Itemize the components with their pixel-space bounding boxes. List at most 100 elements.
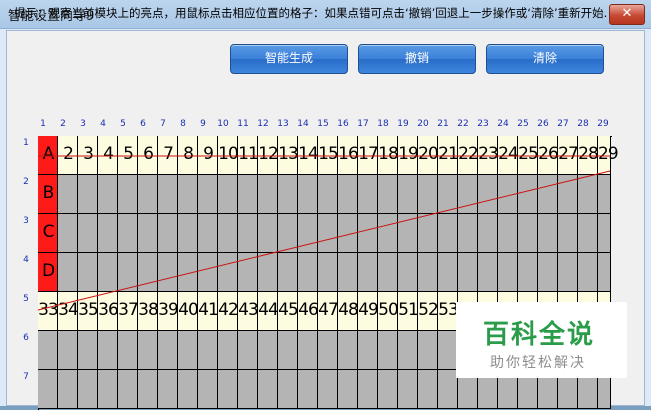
grid-cell[interactable] <box>398 175 418 214</box>
grid-cell[interactable] <box>458 214 478 253</box>
grid-cell[interactable] <box>158 253 178 292</box>
grid-cell[interactable] <box>198 214 218 253</box>
grid-cell[interactable]: 4 <box>98 136 118 175</box>
grid-cell[interactable] <box>338 175 358 214</box>
grid-cell[interactable] <box>498 214 518 253</box>
grid-cell[interactable] <box>378 331 398 370</box>
grid-cell[interactable]: 35 <box>78 292 99 331</box>
grid-cell[interactable] <box>398 214 418 253</box>
grid-cell[interactable] <box>358 214 378 253</box>
grid-cell[interactable]: 13 <box>278 136 299 175</box>
grid-cell[interactable] <box>318 370 338 409</box>
clear-button[interactable]: 清除 <box>486 44 604 74</box>
grid-cell[interactable] <box>518 214 538 253</box>
grid-cell[interactable] <box>198 370 218 409</box>
grid-cell[interactable] <box>178 331 198 370</box>
grid-cell[interactable]: D <box>38 253 58 292</box>
grid-cell[interactable] <box>98 175 118 214</box>
grid-cell[interactable] <box>118 331 138 370</box>
grid-cell[interactable]: 53 <box>438 292 459 331</box>
grid-cell[interactable] <box>278 253 298 292</box>
grid-cell[interactable] <box>558 175 578 214</box>
grid-cell[interactable]: 17 <box>358 136 379 175</box>
grid-cell[interactable] <box>218 175 238 214</box>
grid-cell[interactable]: C <box>38 214 58 253</box>
grid-cell[interactable] <box>258 214 278 253</box>
grid-cell[interactable] <box>398 331 418 370</box>
grid-cell[interactable] <box>118 370 138 409</box>
grid-cell[interactable]: 26 <box>538 136 559 175</box>
grid-cell[interactable]: 5 <box>118 136 138 175</box>
grid-cell[interactable]: 37 <box>118 292 139 331</box>
grid-cell[interactable]: 42 <box>218 292 239 331</box>
grid-cell[interactable] <box>218 331 238 370</box>
grid-cell[interactable] <box>298 370 318 409</box>
grid-cell[interactable] <box>438 370 458 409</box>
grid-cell[interactable] <box>78 253 98 292</box>
grid-cell[interactable] <box>58 331 78 370</box>
grid-cell[interactable] <box>358 175 378 214</box>
grid-cell[interactable] <box>358 253 378 292</box>
grid-cell[interactable] <box>158 214 178 253</box>
grid-cell[interactable] <box>218 253 238 292</box>
grid-cell[interactable]: 23 <box>478 136 499 175</box>
grid-cell[interactable] <box>178 214 198 253</box>
grid-cell[interactable]: 33 <box>38 292 59 331</box>
grid-cell[interactable] <box>398 253 418 292</box>
grid-cell[interactable] <box>218 370 238 409</box>
grid-cell[interactable] <box>558 253 578 292</box>
grid-cell[interactable] <box>518 253 538 292</box>
grid-cell[interactable]: 41 <box>198 292 219 331</box>
grid-cell[interactable] <box>458 175 478 214</box>
grid-cell[interactable]: 6 <box>138 136 158 175</box>
grid-cell[interactable] <box>78 175 98 214</box>
grid-cell[interactable] <box>438 175 458 214</box>
grid-cell[interactable] <box>38 370 58 409</box>
grid-cell[interactable]: 16 <box>338 136 359 175</box>
grid-cell[interactable] <box>258 370 278 409</box>
grid-cell[interactable] <box>438 253 458 292</box>
grid-cell[interactable] <box>418 370 438 409</box>
grid-cell[interactable] <box>418 331 438 370</box>
generate-button[interactable]: 智能生成 <box>230 44 348 74</box>
grid-cell[interactable] <box>178 370 198 409</box>
grid-cell[interactable]: 19 <box>398 136 419 175</box>
grid-cell[interactable] <box>478 214 498 253</box>
grid-cell[interactable] <box>378 253 398 292</box>
grid-cell[interactable]: 46 <box>298 292 319 331</box>
grid-cell[interactable] <box>558 214 578 253</box>
grid-cell[interactable] <box>578 175 598 214</box>
grid-cell[interactable] <box>498 175 518 214</box>
grid-cell[interactable] <box>258 331 278 370</box>
grid-cell[interactable] <box>238 214 258 253</box>
grid-cell[interactable]: 24 <box>498 136 519 175</box>
grid-cell[interactable] <box>198 331 218 370</box>
grid-cell[interactable] <box>198 253 218 292</box>
grid-cell[interactable] <box>598 175 611 214</box>
grid-cell[interactable] <box>378 370 398 409</box>
grid-cell[interactable]: 50 <box>378 292 399 331</box>
grid-cell[interactable]: 14 <box>298 136 319 175</box>
grid-cell[interactable] <box>58 370 78 409</box>
grid-cell[interactable] <box>198 175 218 214</box>
grid-cell[interactable]: 36 <box>98 292 119 331</box>
grid-cell[interactable] <box>318 253 338 292</box>
grid-cell[interactable]: 51 <box>398 292 419 331</box>
grid-cell[interactable] <box>258 253 278 292</box>
grid-cell[interactable]: 25 <box>518 136 539 175</box>
grid-cell[interactable] <box>598 214 611 253</box>
grid-cell[interactable] <box>118 253 138 292</box>
grid-cell[interactable] <box>478 253 498 292</box>
grid-cell[interactable]: 3 <box>78 136 98 175</box>
grid-cell[interactable] <box>338 214 358 253</box>
grid-cell[interactable]: 20 <box>418 136 439 175</box>
grid-cell[interactable] <box>298 331 318 370</box>
grid-cell[interactable]: 11 <box>238 136 259 175</box>
grid-cell[interactable] <box>378 175 398 214</box>
grid-cell[interactable] <box>358 370 378 409</box>
grid-cell[interactable] <box>158 370 178 409</box>
grid-cell[interactable] <box>238 175 258 214</box>
grid-cell[interactable]: 38 <box>138 292 159 331</box>
grid-cell[interactable] <box>378 214 398 253</box>
grid-cell[interactable] <box>438 331 458 370</box>
